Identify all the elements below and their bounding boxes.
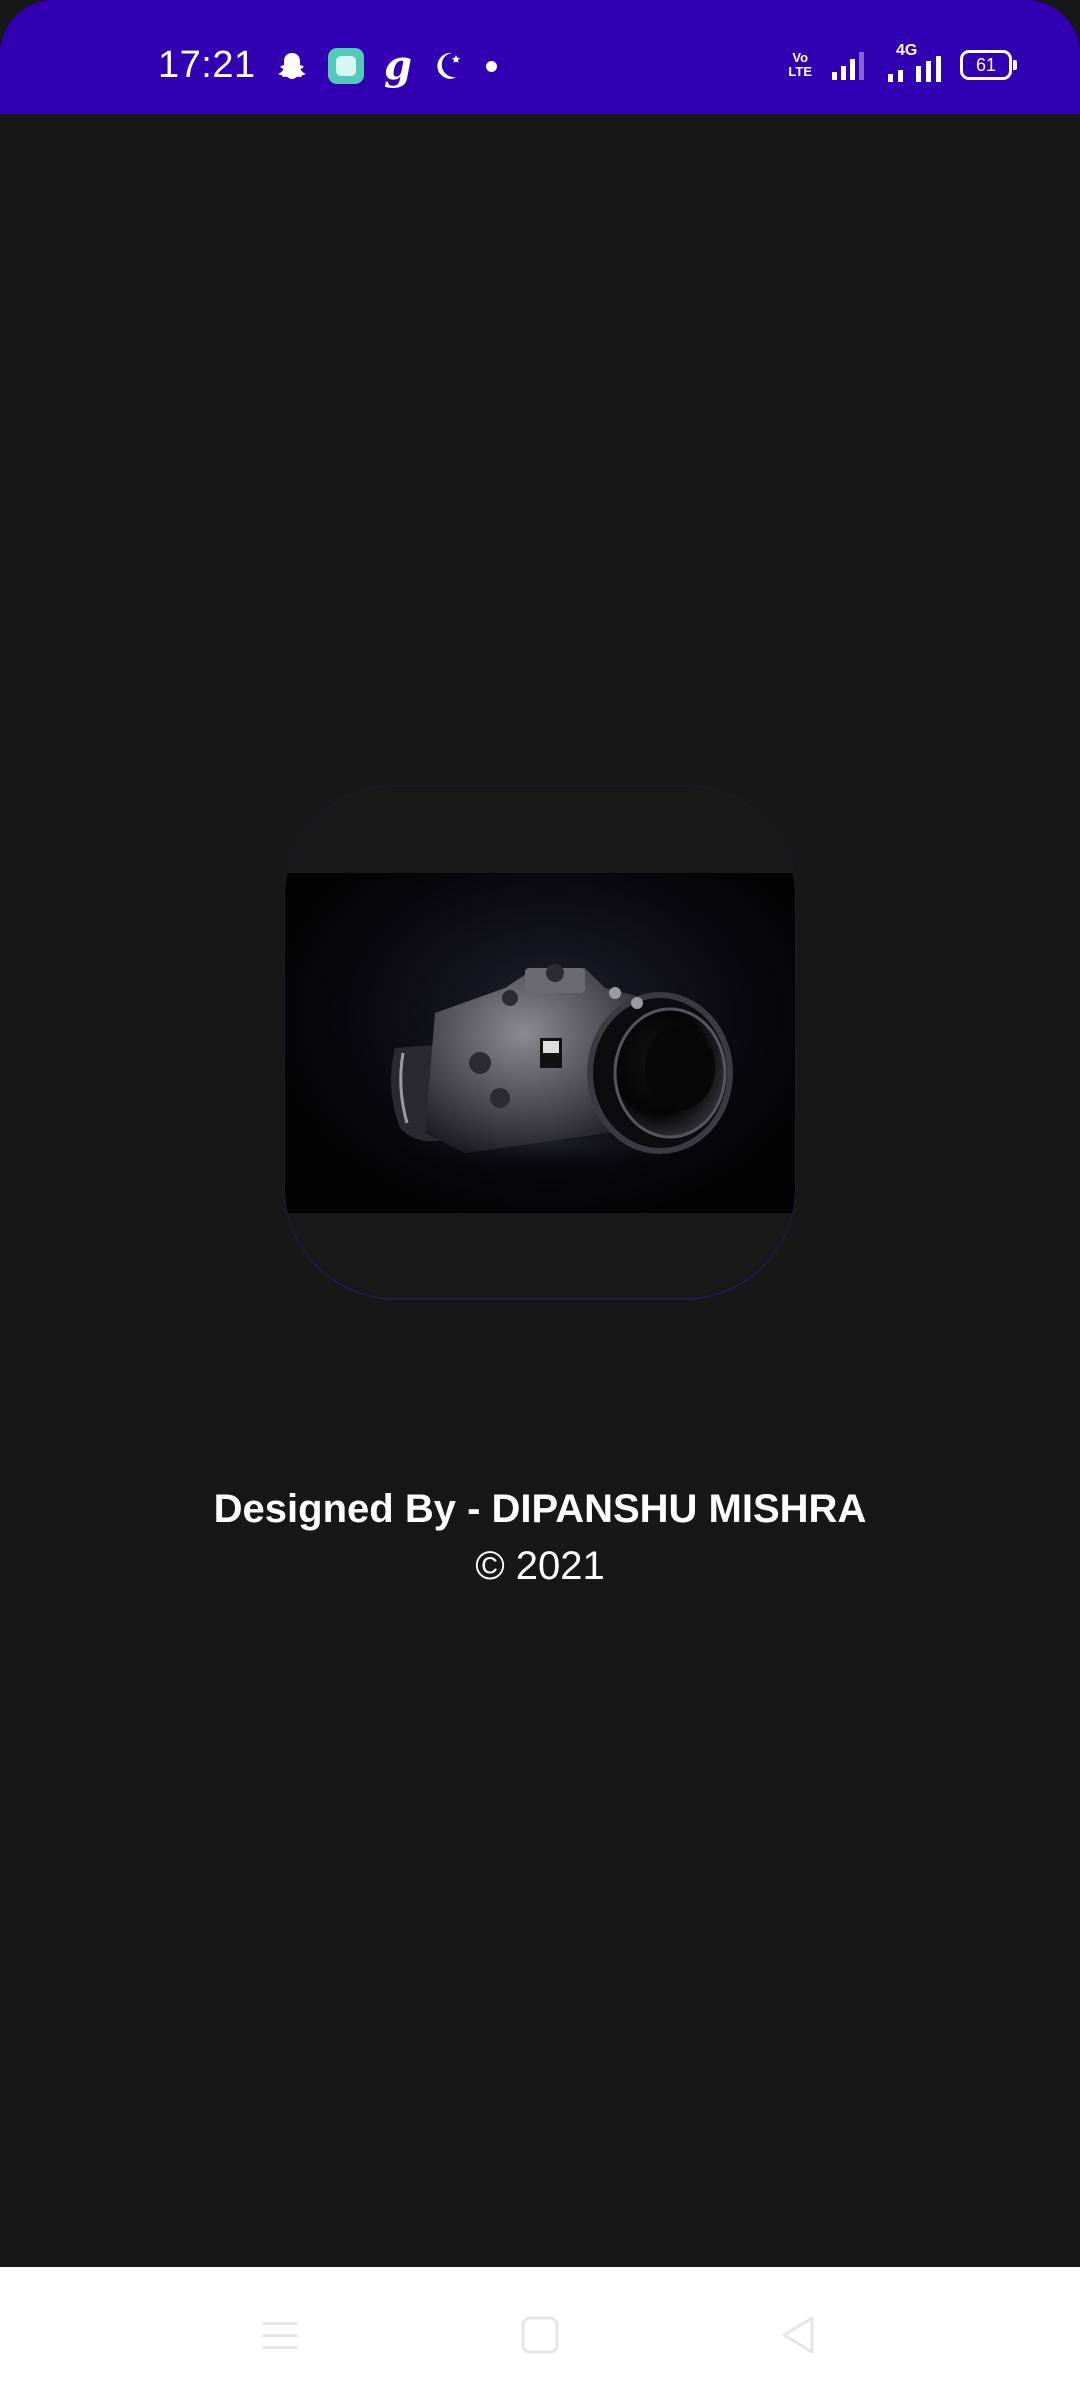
app-notification-icon [328, 48, 364, 84]
notification-icons: g [276, 42, 497, 89]
volte-indicator: Vo LTE [788, 50, 812, 79]
status-time: 17:21 [158, 44, 256, 86]
signal-icon [832, 52, 864, 80]
splash-screen: 17:21 g Vo LTE 4G 61 Designed By - DIPAN… [0, 0, 1080, 2400]
system-icons: Vo LTE 4G 61 [788, 42, 1017, 82]
battery-level: 61 [975, 55, 997, 75]
camera-illustration [355, 964, 735, 1173]
designer-credit: Designed By - DIPANSHU MISHRA [213, 1487, 867, 1531]
menu-icon[interactable] [250, 2305, 310, 2365]
status-bar: 17:21 g Vo LTE 4G 61 [0, 0, 1080, 114]
logo-card [285, 786, 795, 1298]
battery-icon: 61 [960, 50, 1017, 80]
g-app-icon: g [384, 42, 412, 89]
navigation-bar [0, 2267, 1080, 2400]
signal-icon-2 [888, 56, 941, 82]
back-icon[interactable] [768, 2305, 828, 2365]
credits: Designed By - DIPANSHU MISHRA © 2021 [0, 1480, 1080, 1594]
home-icon[interactable] [510, 2305, 570, 2365]
camera-image [285, 873, 795, 1213]
moon-icon [437, 52, 460, 79]
copyright-text: © 2021 [475, 1544, 605, 1588]
mobile-data-indicator: 4G [886, 42, 942, 82]
snapchat-icon [278, 53, 306, 79]
dot-icon [485, 60, 497, 72]
